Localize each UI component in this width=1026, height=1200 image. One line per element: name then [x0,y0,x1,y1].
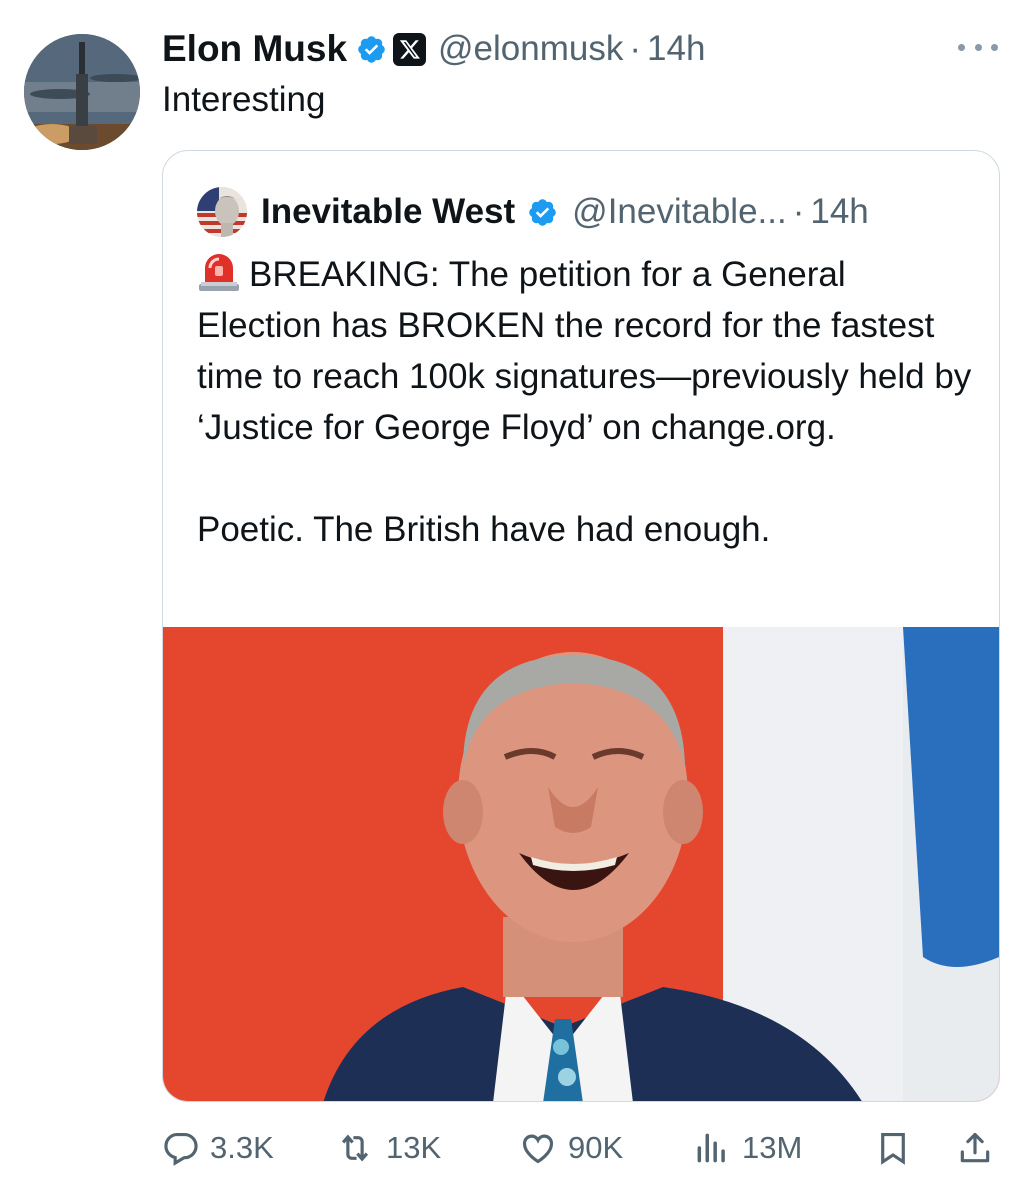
share-icon [956,1128,994,1168]
quoted-author-name[interactable]: Inevitable West [261,192,515,232]
bookmark-icon [874,1128,912,1168]
views-button[interactable]: 13M [692,1120,802,1176]
quoted-tweet-text: BREAKING: The petition for a General Ele… [197,249,977,555]
repost-button[interactable]: 13K [334,1120,441,1176]
quoted-tweet-header: Inevitable West @Inevitable... · 14h [197,187,869,237]
repost-icon [334,1129,376,1167]
views-icon [692,1129,732,1167]
author-handle[interactable]: @elonmusk [438,29,623,69]
siren-emoji-icon [197,252,241,292]
separator-dot: · [629,29,642,68]
quoted-tweet-card[interactable]: Inevitable West @Inevitable... · 14h BRE… [162,150,1000,1102]
action-bar: 3.3K 13K 90K 13M [162,1120,1000,1176]
author-avatar[interactable] [24,34,140,150]
tweet-text: Interesting [162,80,326,119]
x-logo-icon [393,32,427,66]
quoted-paragraph: BREAKING: The petition for a General Ele… [197,249,977,453]
like-count: 90K [568,1130,624,1165]
tweet-header: Elon Musk @elonmusk · 14h [162,24,705,74]
bookmark-button[interactable] [874,1120,912,1176]
quoted-author-avatar[interactable] [197,187,247,237]
separator-dot: · [792,192,805,231]
verified-badge-icon[interactable] [527,197,558,228]
share-button[interactable] [956,1120,994,1176]
more-options-icon[interactable] [958,32,998,62]
quoted-paragraph-2: Poetic. The British have had enough. [197,510,771,549]
like-icon [518,1129,558,1167]
reply-count: 3.3K [210,1130,274,1165]
like-button[interactable]: 90K [518,1120,623,1176]
quoted-tweet-image[interactable] [163,627,999,1101]
author-name[interactable]: Elon Musk [162,28,347,70]
repost-count: 13K [386,1130,442,1165]
quoted-author-handle[interactable]: @Inevitable... [572,192,787,232]
quoted-paragraph: Poetic. The British have had enough. [197,504,977,555]
quoted-tweet-timestamp[interactable]: 14h [810,192,868,232]
verified-badge-icon[interactable] [356,34,387,65]
tweet-timestamp[interactable]: 14h [647,29,705,69]
reply-button[interactable]: 3.3K [162,1120,274,1176]
quoted-paragraph-1: BREAKING: The petition for a General Ele… [197,255,972,447]
reply-icon [162,1129,200,1167]
views-count: 13M [742,1130,803,1165]
